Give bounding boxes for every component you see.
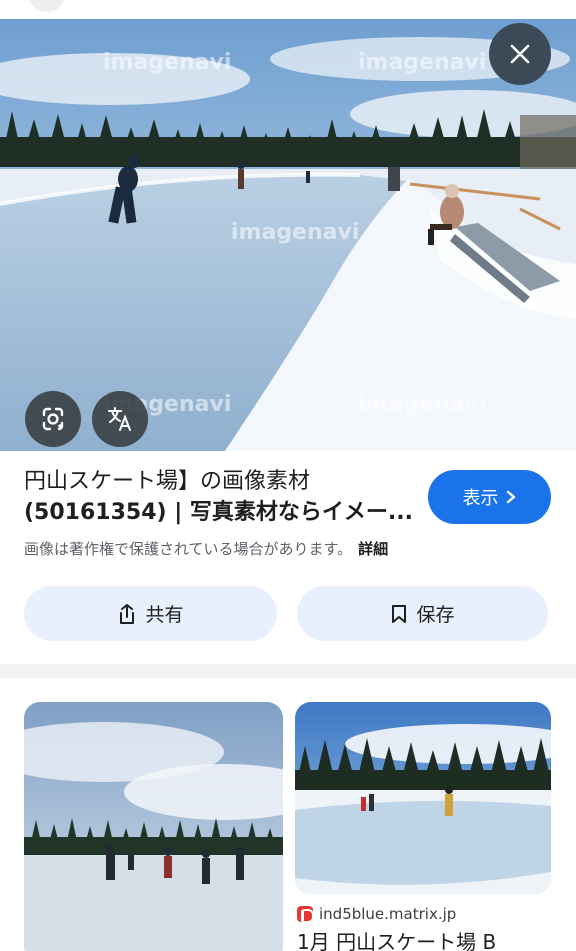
watermark-2: imagenavi bbox=[358, 50, 486, 75]
hero-photo: imagenavi imagenavi imagenavi imagenavi … bbox=[0, 19, 576, 451]
share-label: 共有 bbox=[145, 604, 184, 626]
related-source-2[interactable]: ind5blue.matrix.jp bbox=[297, 905, 456, 923]
save-button[interactable]: 保存 bbox=[297, 586, 548, 641]
copyright-note: 画像は著作権で保護されている場合があります。 詳細 bbox=[24, 538, 388, 559]
visit-button-label: 表示 bbox=[462, 488, 499, 509]
watermark-3: imagenavi bbox=[231, 220, 359, 245]
result-title[interactable]: 円山スケート場】の画像素材 (50161354) | 写真素材ならイメー... bbox=[24, 466, 422, 528]
top-handle bbox=[30, 0, 64, 12]
copyright-text: 画像は著作権で保護されている場合があります。 bbox=[24, 540, 353, 558]
chevron-right-icon bbox=[506, 490, 515, 504]
site-favicon-icon bbox=[297, 906, 314, 923]
translate-icon bbox=[108, 407, 131, 431]
visit-button[interactable]: 表示 bbox=[428, 470, 551, 524]
bookmark-icon bbox=[392, 604, 407, 623]
related-photo-2 bbox=[295, 702, 551, 894]
translate-button[interactable] bbox=[92, 391, 148, 447]
related-image-1[interactable] bbox=[24, 702, 283, 951]
details-link[interactable]: 詳細 bbox=[358, 540, 388, 558]
share-button[interactable]: 共有 bbox=[24, 586, 277, 641]
save-label: 保存 bbox=[416, 604, 455, 626]
close-button[interactable] bbox=[489, 23, 551, 85]
result-title-line2[interactable]: (50161354) | 写真素材ならイメー... bbox=[24, 497, 422, 528]
watermark-5: imagenavi bbox=[358, 392, 486, 417]
share-icon bbox=[120, 603, 135, 624]
result-title-line1[interactable]: 円山スケート場】の画像素材 bbox=[24, 466, 422, 497]
close-icon bbox=[510, 44, 530, 64]
section-divider bbox=[0, 664, 576, 678]
related-photo-1 bbox=[24, 702, 283, 951]
related-title-2[interactable]: 1月 円山スケート場 B bbox=[297, 926, 496, 951]
related-image-2[interactable] bbox=[295, 702, 551, 894]
top-strip bbox=[0, 0, 576, 19]
google-lens-button[interactable] bbox=[25, 391, 81, 447]
watermark-1: imagenavi bbox=[103, 50, 231, 75]
related-source-2-text: ind5blue.matrix.jp bbox=[319, 905, 457, 923]
google-lens-icon bbox=[42, 407, 64, 431]
hero-image[interactable]: imagenavi imagenavi imagenavi imagenavi … bbox=[0, 19, 576, 451]
